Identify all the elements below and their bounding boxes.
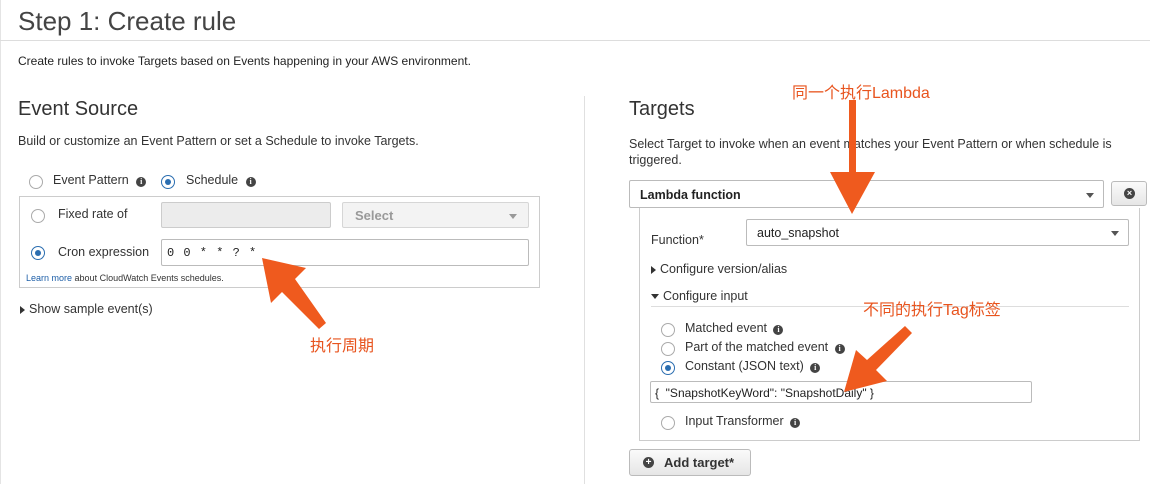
- info-icon[interactable]: i: [790, 418, 801, 428]
- show-sample-toggle[interactable]: Show sample event(s): [20, 302, 153, 316]
- event-source-description: Build or customize an Event Pattern or s…: [18, 134, 419, 148]
- rate-unit-select-label: Select: [355, 208, 394, 223]
- part-matched-label[interactable]: Part of the matched event i: [685, 340, 845, 354]
- show-sample-label: Show sample event(s): [29, 302, 153, 316]
- function-select[interactable]: auto_snapshot: [746, 219, 1129, 246]
- event-pattern-label[interactable]: Event Pattern i: [53, 173, 147, 187]
- targets-heading: Targets: [629, 98, 695, 120]
- header-divider: [0, 40, 1150, 41]
- info-icon[interactable]: i: [136, 177, 147, 187]
- fixed-rate-label: Fixed rate of: [58, 207, 128, 221]
- learn-more-text: about CloudWatch Events schedules.: [74, 273, 224, 283]
- remove-target-button[interactable]: ×: [1111, 181, 1147, 206]
- schedule-radio[interactable]: [161, 175, 175, 189]
- page-description: Create rules to invoke Targets based on …: [18, 54, 471, 68]
- part-matched-text: Part of the matched event: [685, 340, 829, 354]
- info-icon[interactable]: i: [810, 363, 821, 373]
- event-source-heading: Event Source: [18, 98, 139, 120]
- add-target-label: Add target*: [664, 455, 735, 470]
- target-type-label: Lambda function: [640, 188, 741, 202]
- function-label: Function*: [651, 233, 704, 247]
- expand-right-icon: [20, 305, 25, 314]
- constant-json-radio[interactable]: [661, 361, 675, 375]
- cron-label: Cron expression: [58, 245, 150, 259]
- configure-input-toggle[interactable]: Configure input: [651, 289, 748, 303]
- fixed-rate-input[interactable]: [161, 202, 331, 228]
- left-edge-line: [0, 0, 1, 484]
- input-transformer-radio[interactable]: [661, 416, 675, 430]
- configure-version-toggle[interactable]: Configure version/alias: [651, 262, 787, 276]
- event-pattern-text: Event Pattern: [53, 173, 129, 187]
- cron-expression-input[interactable]: 0 0 * * ? *: [161, 239, 529, 266]
- annotation-cron-period: 执行周期: [310, 338, 375, 355]
- constant-json-text: Constant (JSON text): [685, 359, 804, 373]
- annotation-same-lambda: 同一个执行Lambda: [792, 85, 930, 102]
- fixed-rate-radio[interactable]: [31, 209, 45, 223]
- function-value: auto_snapshot: [757, 226, 840, 240]
- info-icon[interactable]: i: [773, 325, 784, 335]
- plus-icon: +: [643, 457, 654, 468]
- learn-more-row: Learn more about CloudWatch Events sched…: [26, 273, 224, 283]
- learn-more-link[interactable]: Learn more: [26, 273, 72, 283]
- schedule-label[interactable]: Schedule i: [186, 173, 256, 187]
- json-value: { "SnapshotKeyWord": "SnapshotDaily" }: [655, 386, 874, 400]
- schedule-text: Schedule: [186, 173, 239, 187]
- configure-input-label: Configure input: [663, 289, 748, 303]
- constant-json-label[interactable]: Constant (JSON text) i: [685, 359, 821, 373]
- rate-unit-select[interactable]: Select: [342, 202, 529, 228]
- input-transformer-text: Input Transformer: [685, 414, 784, 428]
- json-input[interactable]: { "SnapshotKeyWord": "SnapshotDaily" }: [650, 381, 1032, 403]
- remove-icon: ×: [1124, 188, 1135, 199]
- cron-radio[interactable]: [31, 246, 45, 260]
- caret-down-icon: [509, 214, 517, 219]
- page-title: Step 1: Create rule: [18, 6, 237, 36]
- part-matched-radio[interactable]: [661, 342, 675, 356]
- target-type-select[interactable]: Lambda function: [629, 180, 1104, 208]
- info-icon[interactable]: i: [245, 177, 256, 187]
- add-target-button[interactable]: + Add target*: [629, 449, 751, 476]
- caret-down-icon: [1111, 231, 1119, 236]
- annotation-different-tag: 不同的执行Tag标签: [863, 302, 1001, 319]
- targets-description: Select Target to invoke when an event ma…: [629, 137, 1112, 167]
- column-divider: [584, 96, 585, 484]
- info-icon[interactable]: i: [834, 344, 845, 354]
- collapse-down-icon: [651, 294, 659, 300]
- expand-right-icon: [651, 265, 656, 274]
- event-pattern-radio[interactable]: [29, 175, 43, 189]
- matched-event-text: Matched event: [685, 321, 767, 335]
- matched-event-radio[interactable]: [661, 323, 675, 337]
- matched-event-label[interactable]: Matched event i: [685, 321, 784, 335]
- input-transformer-label[interactable]: Input Transformer i: [685, 414, 801, 428]
- cron-expression-value: 0 0 * * ? *: [167, 246, 258, 260]
- configure-version-label: Configure version/alias: [660, 262, 788, 276]
- caret-down-icon: [1086, 193, 1094, 198]
